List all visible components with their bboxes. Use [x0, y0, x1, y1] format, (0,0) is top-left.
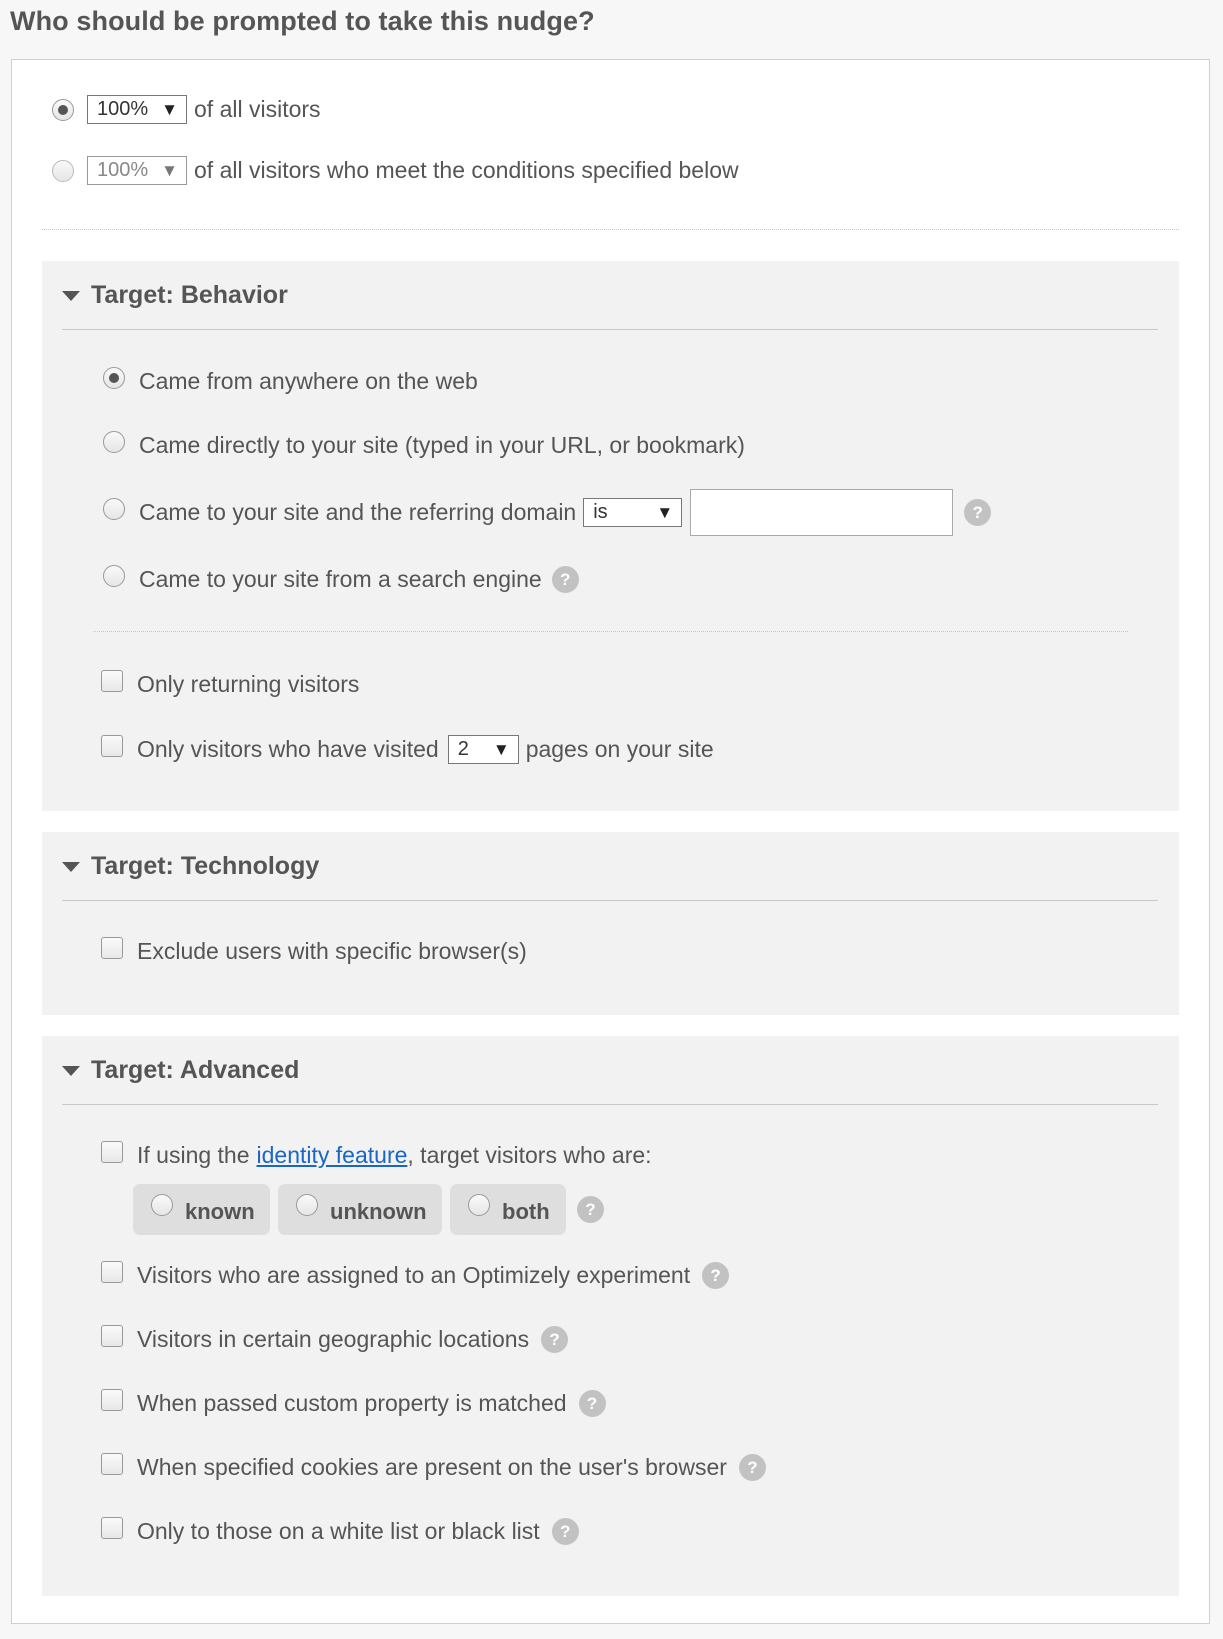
advanced-item-label: When specified cookies are present on th…	[137, 1454, 727, 1480]
section-title: Target: Technology	[91, 851, 320, 880]
identity-choice-group: known unknown both ?	[133, 1184, 604, 1235]
caret-down-icon: ▼	[161, 160, 178, 180]
identity-feature-link[interactable]: identity feature	[257, 1142, 408, 1169]
whitelist-checkbox[interactable]	[101, 1516, 123, 1539]
operator-value: is	[593, 501, 608, 523]
technology-section-header[interactable]: Target: Technology	[62, 832, 1158, 901]
advanced-item-label: When passed custom property is matched	[137, 1390, 567, 1416]
identity-checkbox[interactable]	[101, 1140, 123, 1163]
identity-known-radio[interactable]	[151, 1193, 173, 1216]
behavior-option-search[interactable]: Came to your site from a search engine ?	[103, 564, 579, 593]
caret-down-icon: ▼	[161, 99, 178, 119]
audience-all-radio[interactable]	[52, 98, 74, 121]
geo-checkbox[interactable]	[101, 1324, 123, 1347]
visited-suffix-label: pages on your site	[525, 736, 714, 762]
identity-option-label: known	[185, 1198, 255, 1224]
identity-unknown-option[interactable]: unknown	[278, 1184, 442, 1235]
help-icon[interactable]: ?	[738, 1454, 766, 1481]
identity-both-radio[interactable]	[468, 1193, 490, 1216]
advanced-item-label: Visitors in certain geographic locations	[137, 1326, 530, 1352]
behavior-search-radio[interactable]	[103, 564, 125, 587]
identity-suffix-label: , target visitors who are:	[407, 1142, 652, 1168]
visited-count-select[interactable]: 2 ▼	[447, 735, 519, 764]
help-icon[interactable]: ?	[541, 1326, 569, 1353]
returning-visitors-option[interactable]: Only returning visitors	[101, 669, 360, 698]
exclude-browsers-label: Exclude users with specific browser(s)	[137, 938, 527, 964]
exclude-browsers-checkbox[interactable]	[101, 936, 123, 959]
audience-option-all[interactable]: 100% ▼ of all visitors	[52, 95, 321, 124]
advanced-section: Target: Advanced	[42, 1036, 1179, 1596]
optimizely-checkbox[interactable]	[101, 1260, 123, 1283]
behavior-option-referring[interactable]: Came to your site and the referring doma…	[103, 489, 992, 536]
advanced-item-label: Only to those on a white list or black l…	[137, 1518, 540, 1544]
cookies-checkbox[interactable]	[101, 1452, 123, 1475]
identity-both-option[interactable]: both	[450, 1184, 566, 1235]
visited-pages-option[interactable]: Only visitors who have visited 2 ▼ pages…	[101, 734, 714, 764]
help-icon[interactable]: ?	[577, 1196, 604, 1223]
behavior-section-header[interactable]: Target: Behavior	[62, 261, 1158, 330]
identity-option[interactable]: If using the identity feature , target v…	[101, 1140, 652, 1169]
caret-down-icon: ▼	[492, 739, 510, 759]
section-title: Target: Advanced	[91, 1055, 300, 1084]
referring-domain-input[interactable]	[690, 489, 954, 536]
referring-operator-select[interactable]: is ▼	[583, 498, 683, 527]
behavior-anywhere-radio[interactable]	[103, 366, 125, 389]
section-title: Target: Behavior	[91, 280, 288, 309]
behavior-direct-radio[interactable]	[103, 430, 125, 453]
page-title: Who should be prompted to take this nudg…	[10, 6, 595, 36]
percent-value: 100%	[97, 159, 149, 181]
audience-option-conditions[interactable]: 100% ▼ of all visitors who meet the cond…	[52, 156, 739, 185]
advanced-item-label: Visitors who are assigned to an Optimize…	[137, 1262, 691, 1288]
help-icon[interactable]: ?	[702, 1262, 730, 1289]
triangle-down-icon[interactable]	[62, 1066, 80, 1076]
percent-select-conditions[interactable]: 100% ▼	[87, 156, 187, 185]
behavior-referring-radio[interactable]	[103, 497, 125, 520]
advanced-section-header[interactable]: Target: Advanced	[62, 1036, 1158, 1105]
custom-property-checkbox[interactable]	[101, 1388, 123, 1411]
visited-pages-checkbox[interactable]	[101, 734, 123, 757]
percent-value: 100%	[97, 98, 149, 120]
behavior-section: Target: Behavior	[42, 261, 1179, 811]
exclude-browsers-option[interactable]: Exclude users with specific browser(s)	[101, 936, 527, 965]
technology-section: Target: Technology	[42, 832, 1179, 1015]
audience-conditions-radio[interactable]	[52, 159, 74, 182]
advanced-item-geo[interactable]: Visitors in certain geographic locations…	[101, 1324, 569, 1353]
divider	[42, 229, 1179, 230]
divider	[93, 631, 1128, 632]
visited-count-value: 2	[457, 738, 469, 760]
returning-visitors-label: Only returning visitors	[137, 671, 360, 697]
identity-option-label: both	[502, 1198, 550, 1224]
help-icon[interactable]: ?	[578, 1390, 606, 1417]
advanced-item-optimizely[interactable]: Visitors who are assigned to an Optimize…	[101, 1260, 730, 1289]
help-icon[interactable]: ?	[551, 566, 579, 593]
percent-select-all[interactable]: 100% ▼	[87, 95, 187, 124]
behavior-option-anywhere[interactable]: Came from anywhere on the web	[103, 366, 478, 395]
advanced-item-custom-property[interactable]: When passed custom property is matched ?	[101, 1388, 606, 1417]
identity-unknown-radio[interactable]	[296, 1193, 318, 1216]
behavior-option-label: Came from anywhere on the web	[139, 368, 478, 394]
triangle-down-icon[interactable]	[62, 291, 80, 301]
identity-prefix-label: If using the	[137, 1142, 250, 1168]
visited-prefix-label: Only visitors who have visited	[137, 736, 439, 762]
audience-conditions-label: of all visitors who meet the conditions …	[194, 157, 739, 183]
advanced-item-cookies[interactable]: When specified cookies are present on th…	[101, 1452, 766, 1481]
caret-down-icon: ▼	[656, 502, 674, 522]
behavior-option-label: Came to your site and the referring doma…	[139, 499, 577, 525]
behavior-option-direct[interactable]: Came directly to your site (typed in you…	[103, 430, 745, 459]
identity-known-option[interactable]: known	[133, 1184, 270, 1235]
audience-all-label: of all visitors	[194, 96, 321, 122]
returning-visitors-checkbox[interactable]	[101, 669, 123, 692]
behavior-option-label: Came directly to your site (typed in you…	[139, 432, 745, 458]
advanced-item-whitelist[interactable]: Only to those on a white list or black l…	[101, 1516, 579, 1545]
help-icon[interactable]: ?	[964, 499, 992, 526]
identity-option-label: unknown	[330, 1198, 427, 1224]
triangle-down-icon[interactable]	[62, 862, 80, 872]
help-icon[interactable]: ?	[551, 1518, 579, 1545]
behavior-option-label: Came to your site from a search engine	[139, 566, 542, 592]
